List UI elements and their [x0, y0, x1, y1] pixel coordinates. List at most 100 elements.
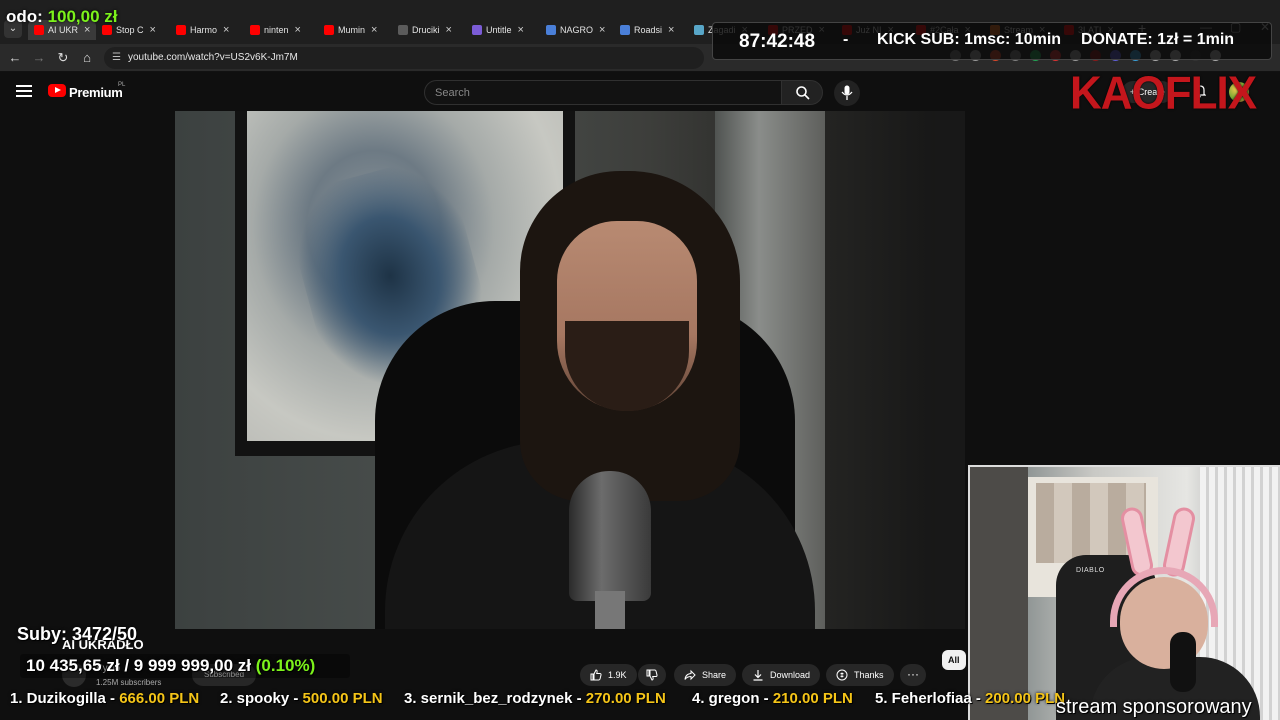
studio-microphone	[569, 471, 651, 601]
site-info-icon[interactable]: ☰	[112, 52, 121, 63]
ticker-amount: 200.00 PLN	[985, 690, 1066, 707]
streamer-webcam: DIABLO	[968, 465, 1280, 720]
address-bar[interactable]: ☰ youtube.com/watch?v=US2v6K-Jm7M	[104, 47, 704, 69]
menu-icon[interactable]	[16, 85, 32, 97]
tab-label: NAGRO	[560, 25, 594, 35]
youtube-logo-text[interactable]: Premium	[69, 85, 123, 100]
video-player[interactable]	[175, 111, 965, 629]
tab-label: Harmo	[190, 25, 218, 35]
voice-search-button[interactable]	[834, 80, 860, 106]
ticker-amount: 210.00 PLN	[772, 690, 853, 707]
goal-current: 10 435,65 zł	[26, 656, 120, 675]
address-url: youtube.com/watch?v=US2v6K-Jm7M	[128, 52, 298, 63]
goal-separator: /	[124, 656, 130, 675]
tab-favicon-icon	[324, 25, 334, 35]
tab-close-icon[interactable]: ×	[518, 24, 524, 36]
background-shelf	[935, 111, 965, 629]
ticker-item: 2. spooky - 500.00 PLN	[220, 690, 383, 707]
sponsor-label: stream sponsorowany	[1056, 696, 1252, 718]
browser-tab[interactable]: Mumin ×	[324, 20, 377, 40]
thanks-label: Thanks	[854, 670, 884, 680]
odo-counter: odo: 100,00 zł	[6, 7, 118, 27]
webcam-door	[970, 467, 1028, 720]
thumbs-up-icon	[590, 669, 602, 681]
thumbs-down-icon	[646, 669, 658, 681]
subs-counter: Suby: 3472/50	[17, 624, 138, 644]
tab-favicon-icon	[620, 25, 630, 35]
download-icon	[753, 670, 763, 681]
donate-rate: DONATE: 1zł = 1min	[1081, 31, 1235, 48]
ticker-name: 1. Duzikogilla -	[10, 690, 120, 707]
tab-close-icon[interactable]: ×	[371, 24, 377, 36]
streamer-microphone	[1170, 632, 1196, 692]
search-button[interactable]	[781, 80, 823, 105]
tab-close-icon[interactable]: ×	[599, 24, 605, 36]
timer-separator: -	[843, 31, 849, 48]
browser-tab[interactable]: ninten ×	[250, 20, 301, 40]
ticker-amount: 666.00 PLN	[119, 690, 200, 707]
super-thanks-icon	[836, 669, 848, 681]
kick-sub-rate: KICK SUB: 1msc: 10min	[877, 31, 1062, 48]
tab-favicon-icon	[546, 25, 556, 35]
share-label: Share	[702, 670, 727, 680]
more-actions-button[interactable]: ···	[900, 664, 926, 686]
odo-label: odo:	[6, 7, 43, 26]
odo-amount: 100,00 zł	[47, 7, 118, 26]
browser-tab[interactable]: Roadsi ×	[620, 20, 674, 40]
region-code: PL	[118, 82, 126, 88]
tab-favicon-icon	[250, 25, 260, 35]
search-icon	[796, 86, 810, 100]
youtube-logo-icon[interactable]	[48, 84, 66, 97]
ticker-item: 4. gregon - 210.00 PLN	[692, 690, 853, 707]
tab-favicon-icon	[694, 25, 704, 35]
ticker-name: 4. gregon -	[692, 690, 773, 707]
channel-subscribers: 1.25M subscribers	[96, 678, 162, 687]
goal-percent: (0.10%)	[255, 656, 316, 675]
browser-tab[interactable]: Untitle ×	[472, 20, 524, 40]
tab-close-icon[interactable]: ×	[150, 24, 156, 36]
screen: ⌄ AI UKR × Stop C × Harmo × ninten × Mumin × Druci…	[0, 0, 1280, 720]
ticker-item: 1. Duzikogilla - 666.00 PLN	[10, 690, 199, 707]
tab-close-icon[interactable]: ×	[295, 24, 301, 36]
microphone-icon	[841, 85, 853, 100]
chip-all[interactable]: All	[942, 650, 966, 670]
ticker-amount: 270.00 PLN	[585, 690, 666, 707]
ticker-item: 3. sernik_bez_rodzynek - 270.00 PLN	[404, 690, 666, 707]
forward-icon[interactable]: →	[30, 49, 48, 67]
ticker-amount: 500.00 PLN	[302, 690, 383, 707]
microphone-stand	[595, 591, 625, 629]
tab-close-icon[interactable]: ×	[446, 24, 452, 36]
share-icon	[684, 669, 696, 681]
like-button[interactable]: 1.9K	[580, 664, 637, 686]
ticker-name: 2. spooky -	[220, 690, 303, 707]
download-button[interactable]: Download	[742, 664, 821, 686]
home-icon[interactable]: ⌂	[78, 49, 96, 67]
donation-goal: 10 435,65 zł / 9 999 999,00 zł (0.10%)	[26, 656, 315, 676]
top-donors-ticker: 1. Duzikogilla - 666.00 PLN 2. spooky - …	[0, 688, 1080, 710]
tab-close-icon[interactable]: ×	[668, 24, 674, 36]
tab-label: ninten	[264, 25, 289, 35]
tab-label: Druciki	[412, 25, 440, 35]
tab-label: Mumin	[338, 25, 366, 35]
browser-tab[interactable]: Druciki ×	[398, 20, 452, 40]
ticker-name: 3. sernik_bez_rodzynek -	[404, 690, 586, 707]
share-button[interactable]: Share	[674, 664, 737, 686]
ticker-name: 5. Feherlofiaa -	[875, 690, 986, 707]
dislike-button[interactable]	[638, 664, 666, 686]
tab-favicon-icon	[398, 25, 408, 35]
browser-tab[interactable]: NAGRO ×	[546, 20, 605, 40]
goal-target: 9 999 999,00 zł	[133, 656, 251, 675]
search-placeholder: Search	[435, 87, 470, 99]
kaoflix-logo: KAOFLIX	[1070, 67, 1257, 120]
ticker-item: 5. Feherlofiaa - 200.00 PLN	[875, 690, 1065, 707]
reload-icon[interactable]: ↻	[54, 49, 72, 67]
stream-timer-overlay: 87:42:48 - KICK SUB: 1msc: 10min DONATE:…	[712, 22, 1272, 60]
search-input[interactable]: Search	[424, 80, 782, 105]
back-icon[interactable]: ←	[6, 49, 24, 67]
stream-timer: 87:42:48	[739, 31, 816, 52]
thanks-button[interactable]: Thanks	[826, 664, 894, 686]
browser-tab[interactable]: Harmo ×	[176, 20, 229, 40]
tab-label: Roadsi	[634, 25, 663, 35]
tab-close-icon[interactable]: ×	[223, 24, 229, 36]
tab-favicon-icon	[176, 25, 186, 35]
